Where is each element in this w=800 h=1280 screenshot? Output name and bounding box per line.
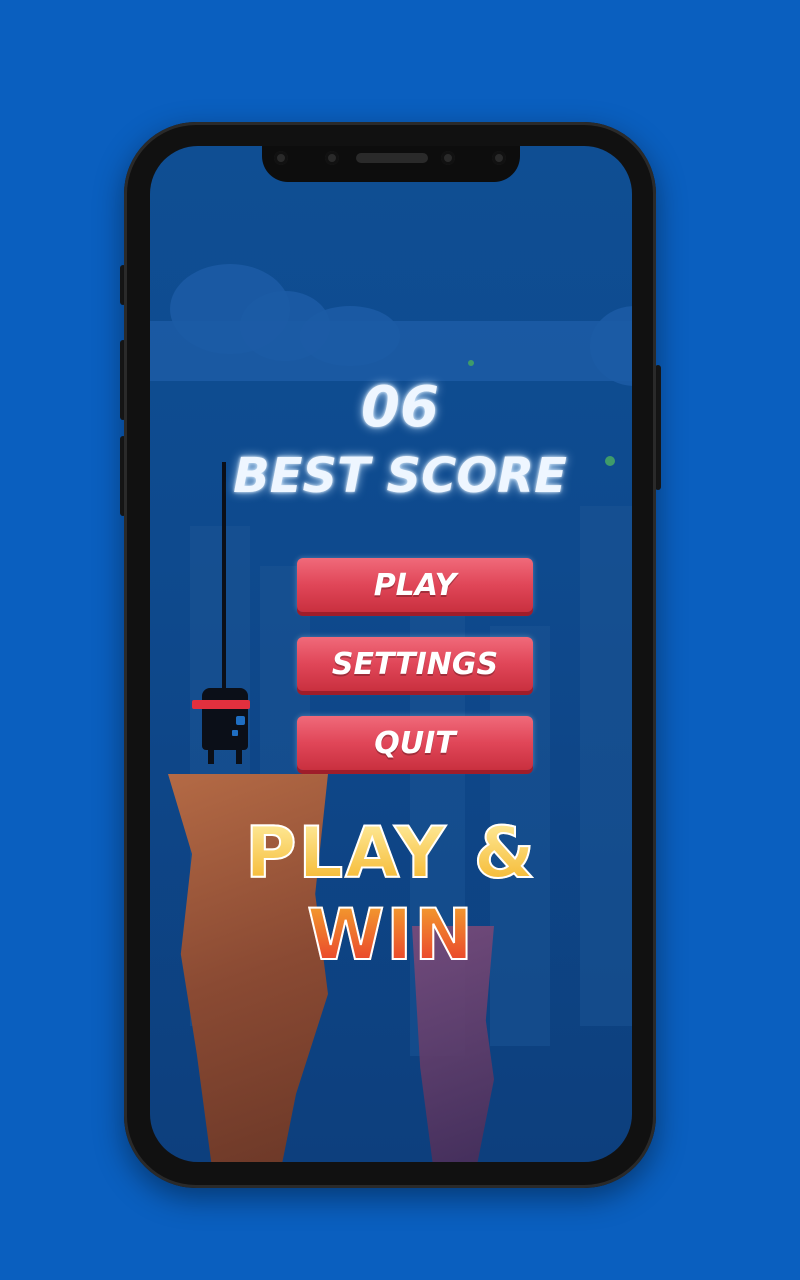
play-and-win-banner: PLAY & WIN — [150, 811, 632, 977]
quit-button[interactable]: QUIT — [297, 716, 533, 770]
play-button[interactable]: PLAY — [297, 558, 533, 612]
camera-icon — [492, 151, 506, 165]
best-score-value: 06 — [361, 375, 439, 440]
speaker-grille — [356, 153, 428, 163]
notch — [262, 146, 520, 182]
ninja-character-icon — [192, 688, 252, 764]
best-score-label: BEST SCORE — [233, 448, 567, 504]
bubble — [468, 360, 474, 366]
cloud — [150, 321, 632, 381]
settings-button[interactable]: SETTINGS — [297, 637, 533, 691]
sensor-icon — [274, 151, 288, 165]
sensor-icon — [441, 151, 455, 165]
camera-icon — [325, 151, 339, 165]
